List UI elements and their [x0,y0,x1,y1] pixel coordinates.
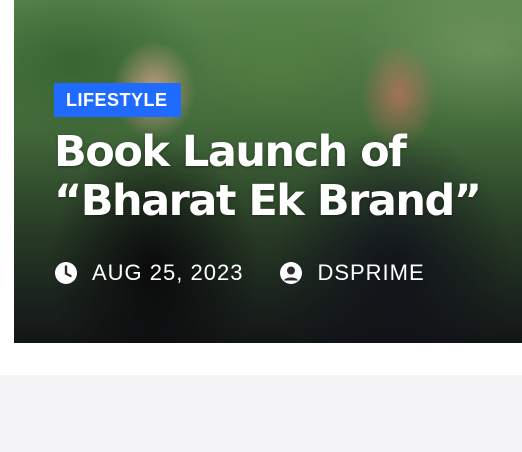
post-date[interactable]: AUG 25, 2023 [54,260,243,286]
category-badge[interactable]: LIFESTYLE [54,83,181,117]
post-author[interactable]: DSPRIME [279,260,424,286]
post-date-text: AUG 25, 2023 [92,260,244,285]
featured-post-card[interactable]: LIFESTYLE Book Launch of “Bharat Ek Bran… [14,0,522,343]
post-title[interactable]: Book Launch of “Bharat Ek Brand” [54,128,514,226]
clock-icon [54,261,78,285]
post-meta: AUG 25, 2023 DSPRIME [54,260,425,286]
post-author-name: DSPRIME [317,260,425,285]
user-circle-icon [279,261,303,285]
page: LIFESTYLE Book Launch of “Bharat Ek Bran… [0,0,522,452]
page-background-area [0,375,522,452]
